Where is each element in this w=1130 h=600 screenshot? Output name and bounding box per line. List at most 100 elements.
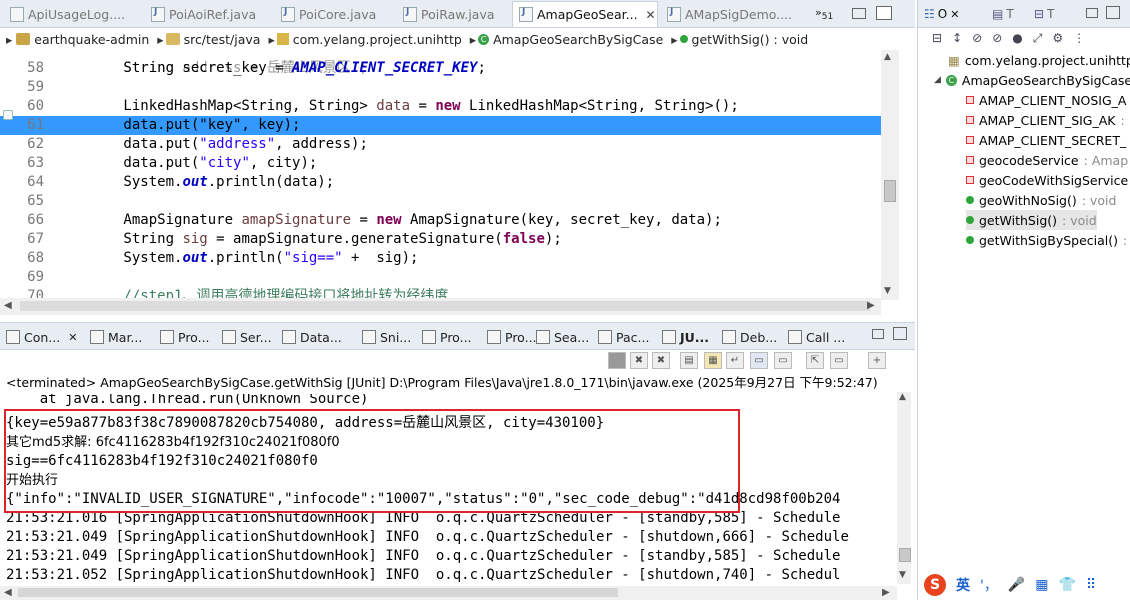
close-icon[interactable]: ✕: [68, 331, 77, 344]
bottom-panel-tab[interactable]: Mar...: [90, 327, 142, 347]
breadcrumb-source-folder[interactable]: src/test/java: [165, 32, 260, 47]
editor-tab[interactable]: PoiRaw.java: [397, 3, 509, 26]
scroll-down-icon[interactable]: ▼: [884, 286, 891, 296]
remove-all-icon[interactable]: ✖: [652, 352, 670, 369]
breadcrumb-method[interactable]: getWithSig() : void: [679, 32, 808, 47]
minimize-icon[interactable]: [872, 329, 884, 339]
microphone-icon[interactable]: 🎤: [1008, 577, 1025, 593]
maximize-icon[interactable]: [876, 6, 892, 20]
breadcrumb-class[interactable]: C AmapGeoSearchBySigCase: [478, 32, 663, 47]
console-horizontal-scrollbar[interactable]: ◀ ▶: [0, 586, 897, 600]
bottom-panel-tab[interactable]: Data...: [282, 327, 342, 347]
open-console-icon[interactable]: +: [868, 352, 886, 369]
code-token: out: [182, 174, 208, 190]
outline-class[interactable]: ◢ C AmapGeoSearchBySigCase: [934, 70, 1130, 90]
bottom-panel-tab[interactable]: Ser...: [222, 327, 272, 347]
tab-console[interactable]: Con... ✕: [6, 327, 77, 347]
pin-console-icon[interactable]: ⇱: [806, 352, 824, 369]
collapse-all-icon[interactable]: ⊟: [932, 31, 942, 46]
sort-icon[interactable]: ↕: [952, 31, 962, 46]
outline-member[interactable]: getWithSigBySpecial() :: [966, 230, 1127, 250]
view-icon: [536, 330, 550, 344]
editor-tab[interactable]: AMapSigDemo....: [661, 3, 811, 26]
outline-tab-bar: ☷ O ✕ ▤ T ⊟ T: [918, 0, 1130, 28]
focus-icon[interactable]: ⚙: [1052, 31, 1063, 46]
bottom-panel-tab[interactable]: Call ...: [788, 327, 845, 347]
remove-launch-icon[interactable]: ✖: [630, 352, 648, 369]
maximize-icon[interactable]: [1106, 6, 1120, 19]
outline-package[interactable]: ▦ com.yelang.project.unihttp: [948, 50, 1130, 70]
bottom-panel-tab[interactable]: Deb...: [722, 327, 777, 347]
outline-member[interactable]: AMAP_CLIENT_NOSIG_A: [966, 90, 1130, 110]
hide-static-icon[interactable]: ⊘: [992, 31, 1002, 46]
outline-member[interactable]: geoWithNoSig() : void: [966, 190, 1116, 210]
bottom-panel-tab[interactable]: Pro...: [487, 327, 537, 347]
clear-console-icon[interactable]: ▤: [680, 352, 698, 369]
outline-member[interactable]: geoCodeWithSigService: [966, 170, 1130, 190]
hide-local-types-icon[interactable]: ⤢: [1033, 31, 1043, 46]
code-editor[interactable]: String address = 岳麓山风景区 ; 58 String secr…: [0, 50, 881, 298]
outline-member[interactable]: getWithSig() : void: [966, 210, 1097, 230]
scroll-up-icon[interactable]: ▲: [884, 52, 891, 62]
scrollbar-thumb[interactable]: [899, 548, 911, 562]
scroll-left-icon[interactable]: ◀: [4, 300, 12, 311]
code-token: AmapSignature: [56, 212, 242, 228]
close-icon[interactable]: ✕: [646, 8, 656, 22]
outline-member[interactable]: AMAP_CLIENT_SIG_AK :: [966, 110, 1125, 130]
editor-tab[interactable]: PoiAoiRef.java: [145, 3, 273, 26]
punctuation-icon[interactable]: '，: [980, 575, 998, 595]
bottom-panel-tab[interactable]: Sea...: [536, 327, 589, 347]
scrollbar-thumb[interactable]: [884, 180, 896, 202]
breadcrumb-label: AmapGeoSearchBySigCase: [493, 31, 664, 47]
fold-marker-icon[interactable]: [3, 110, 13, 120]
show-console-icon[interactable]: ▭: [750, 352, 768, 369]
scroll-right-icon[interactable]: ▶: [867, 300, 875, 311]
ime-language-toggle[interactable]: 英: [956, 575, 970, 595]
editor-tab-active[interactable]: AmapGeoSear... ✕: [512, 1, 658, 27]
editor-vertical-scrollbar[interactable]: ▲ ▼: [881, 50, 899, 300]
tab-label: T: [1047, 7, 1055, 21]
skin-icon[interactable]: 👕: [1059, 577, 1076, 593]
show-stderr-icon[interactable]: ▭: [774, 352, 792, 369]
breadcrumb-package[interactable]: com.yelang.project.unihttp: [276, 32, 462, 47]
terminate-icon[interactable]: [608, 352, 626, 369]
bottom-panel-tab[interactable]: Pac...: [598, 327, 649, 347]
editor-tab[interactable]: PoiCore.java: [275, 3, 395, 26]
breadcrumb-project[interactable]: earthquake-admin: [16, 32, 149, 47]
scroll-lock-icon[interactable]: ▦: [704, 352, 722, 369]
minimize-icon[interactable]: [852, 8, 866, 19]
editor-horizontal-scrollbar[interactable]: ◀ ▶: [0, 298, 881, 315]
close-icon[interactable]: ✕: [950, 8, 959, 21]
tab-overflow-button[interactable]: »51: [815, 6, 833, 22]
scroll-left-icon[interactable]: ◀: [4, 587, 12, 598]
bottom-panel-tab[interactable]: Sni...: [362, 327, 411, 347]
code-line: 67 String sig = amapSignature.generateSi…: [0, 230, 881, 249]
console-vertical-scrollbar[interactable]: ▲ ▼: [897, 392, 911, 584]
scrollbar-thumb[interactable]: [18, 588, 618, 597]
view-menu-icon[interactable]: ⋮: [1073, 31, 1085, 46]
tab-outline[interactable]: ☷ O ✕: [924, 4, 959, 24]
scroll-up-icon[interactable]: ▲: [899, 392, 906, 402]
hide-fields-icon[interactable]: ⊘: [972, 31, 982, 46]
bottom-panel-tab[interactable]: Pro...: [160, 327, 210, 347]
tab-type-hierarchy[interactable]: ⊟ T: [1034, 4, 1054, 24]
bottom-panel-tab[interactable]: JU...: [662, 327, 709, 347]
chevron-down-icon[interactable]: ◢: [934, 75, 941, 85]
project-folder-icon: [16, 33, 31, 45]
editor-tab[interactable]: ApiUsageLog....: [4, 3, 142, 26]
minimize-icon[interactable]: [1086, 8, 1098, 18]
bottom-panel-tab[interactable]: Pro...: [422, 327, 472, 347]
toolbox-icon[interactable]: ⠿: [1086, 577, 1096, 593]
scroll-right-icon[interactable]: ▶: [882, 587, 890, 598]
keyboard-icon[interactable]: ▦: [1035, 577, 1048, 593]
tab-task[interactable]: ▤ T: [992, 4, 1014, 24]
scrollbar-thumb[interactable]: [20, 301, 870, 311]
display-console-icon[interactable]: ▭: [830, 352, 848, 369]
hide-nonpublic-icon[interactable]: ●: [1012, 31, 1022, 46]
scroll-down-icon[interactable]: ▼: [899, 570, 906, 580]
word-wrap-icon[interactable]: ↵: [726, 352, 744, 369]
outline-member[interactable]: AMAP_CLIENT_SECRET_: [966, 130, 1130, 150]
sogou-ime-icon[interactable]: S: [924, 574, 946, 596]
outline-member[interactable]: geocodeService : Amap: [966, 150, 1128, 170]
maximize-icon[interactable]: [893, 327, 907, 340]
